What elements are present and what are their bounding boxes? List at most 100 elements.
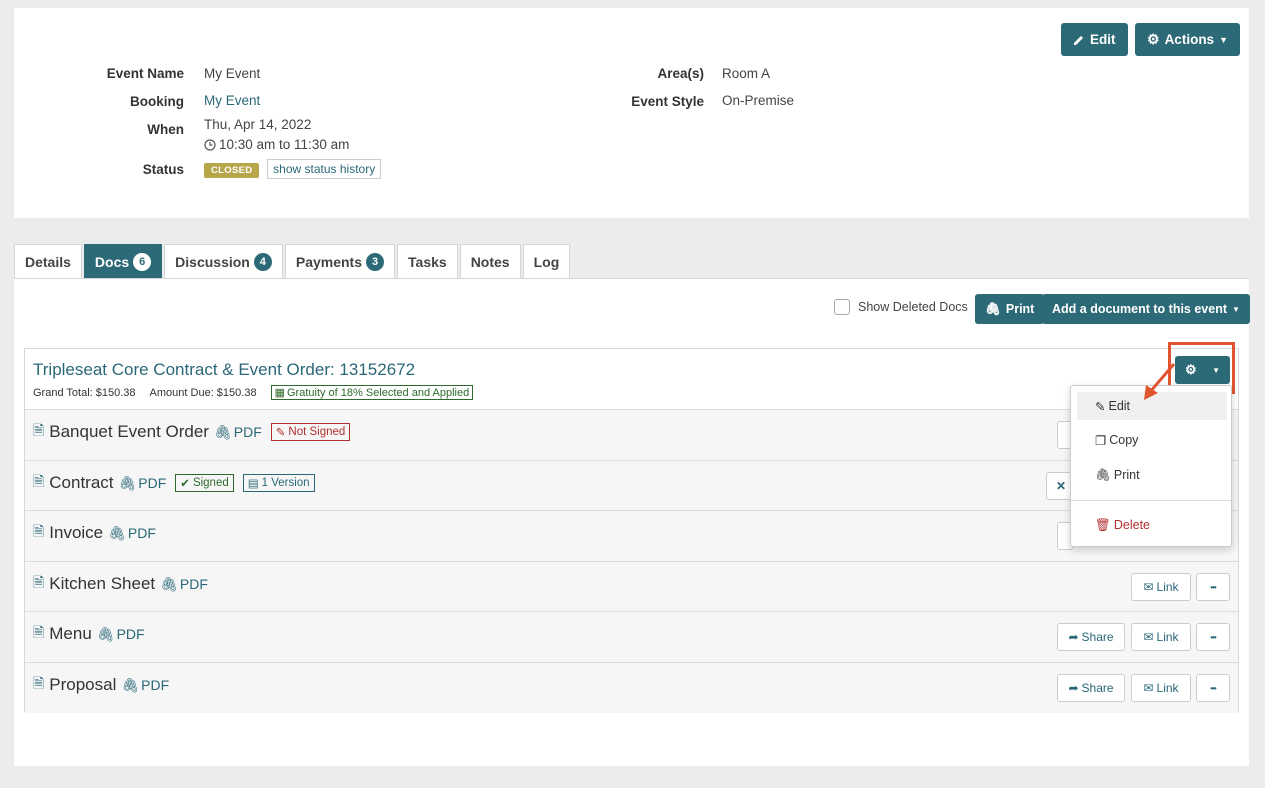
copy-icon: ❐ — [1095, 433, 1107, 448]
tab-tasks[interactable]: Tasks — [397, 244, 458, 278]
pdf-link[interactable]: 🖇 PDF — [119, 475, 167, 492]
paperclip-icon: 🖇 — [160, 575, 178, 592]
doc-row-menu: 🗎 Menu 🖇 PDF ➦ Share ✉ Link ••• — [25, 611, 1238, 662]
contract-title-link[interactable]: Tripleseat Core Contract & Event Order: … — [33, 360, 415, 380]
paperclip-icon: 🖇 — [985, 301, 1001, 316]
when-label: When — [147, 122, 184, 137]
grand-total: Grand Total: $150.38 — [33, 386, 136, 399]
pdf-label: PDF — [116, 626, 145, 642]
envelope-icon: ✉ — [1143, 681, 1154, 695]
gratuity-label: Gratuity of 18% Selected and Applied — [286, 386, 470, 399]
link-button[interactable]: ✉ Link — [1131, 674, 1191, 702]
caret-down-icon: ▼ — [1232, 304, 1240, 314]
pdf-label: PDF — [233, 424, 262, 440]
show-deleted-label: Show Deleted Docs — [858, 300, 968, 314]
tab-label: Docs — [94, 253, 130, 270]
pdf-link[interactable]: 🖇 PDF — [108, 525, 156, 542]
pdf-label: PDF — [138, 475, 167, 491]
add-document-button[interactable]: Add a document to this event ▼ — [1042, 294, 1250, 324]
link-button[interactable]: ✉ Link — [1131, 623, 1191, 651]
pdf-file-icon: 🗎 — [33, 675, 45, 691]
pdf-label: PDF — [127, 525, 156, 541]
more-button[interactable]: ••• — [1196, 623, 1230, 651]
tab-details[interactable]: Details — [14, 244, 82, 278]
tag-label: Signed — [192, 477, 229, 489]
share-button[interactable]: ➦ Share — [1057, 623, 1125, 651]
gratuity-tag: ▦ Gratuity of 18% Selected and Applied — [270, 385, 474, 400]
more-label: ••• — [1210, 582, 1216, 592]
doc-row-kitchen-sheet: 🗎 Kitchen Sheet 🖇 PDF ✉ Link ••• — [25, 561, 1238, 612]
link-label: Link — [1156, 681, 1179, 695]
caret-down-icon: ▼ — [1219, 34, 1228, 45]
tab-payments[interactable]: Payments 3 — [284, 244, 396, 278]
share-icon: ➦ — [1068, 681, 1079, 695]
tab-docs[interactable]: Docs 6 — [83, 244, 163, 278]
pdf-link[interactable]: 🖇 PDF — [97, 626, 145, 643]
envelope-icon: ✉ — [1143, 580, 1154, 594]
booking-link[interactable]: My Event — [204, 93, 260, 108]
share-icon: ➦ — [1068, 630, 1079, 644]
pdf-file-icon: 🗎 — [33, 473, 45, 489]
menu-item-label: Copy — [1109, 433, 1139, 447]
menu-item-label: Print — [1113, 468, 1140, 482]
pdf-link[interactable]: 🖇 PDF — [214, 424, 262, 441]
actions-button[interactable]: ⚙ Actions ▼ — [1135, 23, 1240, 56]
tag-label: Not Signed — [288, 426, 346, 438]
doc-row-banquet-event-order: 🗎 Banquet Event Order 🖇 PDF ✎ Not Signed — [25, 409, 1238, 460]
event-style-value: On-Premise — [722, 93, 795, 108]
status-badge: CLOSED — [204, 163, 260, 178]
link-button[interactable]: ✉ Link — [1131, 573, 1191, 601]
show-status-history-button[interactable]: show status history — [267, 159, 382, 179]
add-document-label: Add a document to this event — [1052, 302, 1228, 316]
doc-name: Menu — [49, 624, 92, 643]
menu-item-delete[interactable]: 🗑 Delete — [1077, 511, 1227, 539]
tab-label: Notes — [470, 253, 510, 270]
pdf-link[interactable]: 🖇 PDF — [160, 576, 208, 593]
when-time: 10:30 am to 11:30 am — [204, 137, 349, 152]
annotation-arrow-icon — [1144, 363, 1176, 400]
event-name-value: My Event — [204, 66, 261, 81]
tab-discussion[interactable]: Discussion 4 — [164, 244, 283, 278]
menu-item-print[interactable]: 🖇 Print — [1077, 461, 1227, 489]
doc-title: 🗎 Contract 🖇 PDF ✔ Signed ▤ 1 Version — [33, 471, 315, 495]
doc-title: 🗎 Menu 🖇 PDF — [33, 622, 145, 646]
pdf-label: PDF — [141, 677, 170, 693]
share-button[interactable]: ➦ Share — [1057, 674, 1125, 702]
more-button[interactable]: ••• — [1196, 674, 1230, 702]
link-label: Link — [1156, 580, 1179, 594]
more-button[interactable]: ••• — [1196, 573, 1230, 601]
pdf-file-icon: 🗎 — [33, 624, 45, 640]
pdf-link[interactable]: 🖇 PDF — [121, 677, 169, 694]
doc-name: Invoice — [49, 523, 104, 542]
event-summary-panel: Edit ⚙ Actions ▼ Event Name My Event Boo… — [14, 8, 1249, 218]
tab-notes[interactable]: Notes — [459, 244, 521, 278]
print-button[interactable]: 🖇 Print — [975, 294, 1045, 324]
not-signed-tag: ✎ Not Signed — [270, 423, 351, 441]
status-group: CLOSED show status history — [204, 159, 382, 179]
envelope-icon: ✉ — [1143, 630, 1154, 644]
menu-item-copy[interactable]: ❐ Copy — [1077, 426, 1227, 454]
doc-name: Kitchen Sheet — [49, 574, 156, 593]
edit-button[interactable]: Edit — [1061, 23, 1128, 56]
paperclip-icon: 🖇 — [121, 676, 140, 693]
share-label: Share — [1081, 681, 1114, 695]
more-label: ••• — [1210, 632, 1216, 642]
tab-label: Discussion — [175, 253, 250, 270]
more-label: ••• — [1210, 683, 1216, 693]
booking-label: Booking — [130, 94, 184, 109]
doc-row-contract: 🗎 Contract 🖇 PDF ✔ Signed ▤ 1 Version ✕ — [25, 460, 1238, 511]
time-range: 10:30 am to 11:30 am — [219, 137, 350, 152]
documents-list: Tripleseat Core Contract & Event Order: … — [24, 348, 1239, 713]
tab-label: Payments — [295, 253, 363, 270]
archive-icon: ▤ — [247, 478, 259, 490]
menu-item-label: Edit — [1108, 399, 1131, 413]
paperclip-icon: 🖇 — [96, 625, 115, 642]
doc-name: Banquet Event Order — [49, 422, 209, 441]
paperclip-icon: 🖇 — [213, 423, 232, 440]
tab-log[interactable]: Log — [522, 244, 571, 278]
pdf-label: PDF — [179, 576, 208, 592]
show-deleted-checkbox[interactable] — [834, 299, 850, 315]
pdf-file-icon: 🗎 — [33, 422, 45, 438]
doc-name: Contract — [49, 473, 114, 492]
version-tag[interactable]: ▤ 1 Version — [242, 474, 315, 492]
